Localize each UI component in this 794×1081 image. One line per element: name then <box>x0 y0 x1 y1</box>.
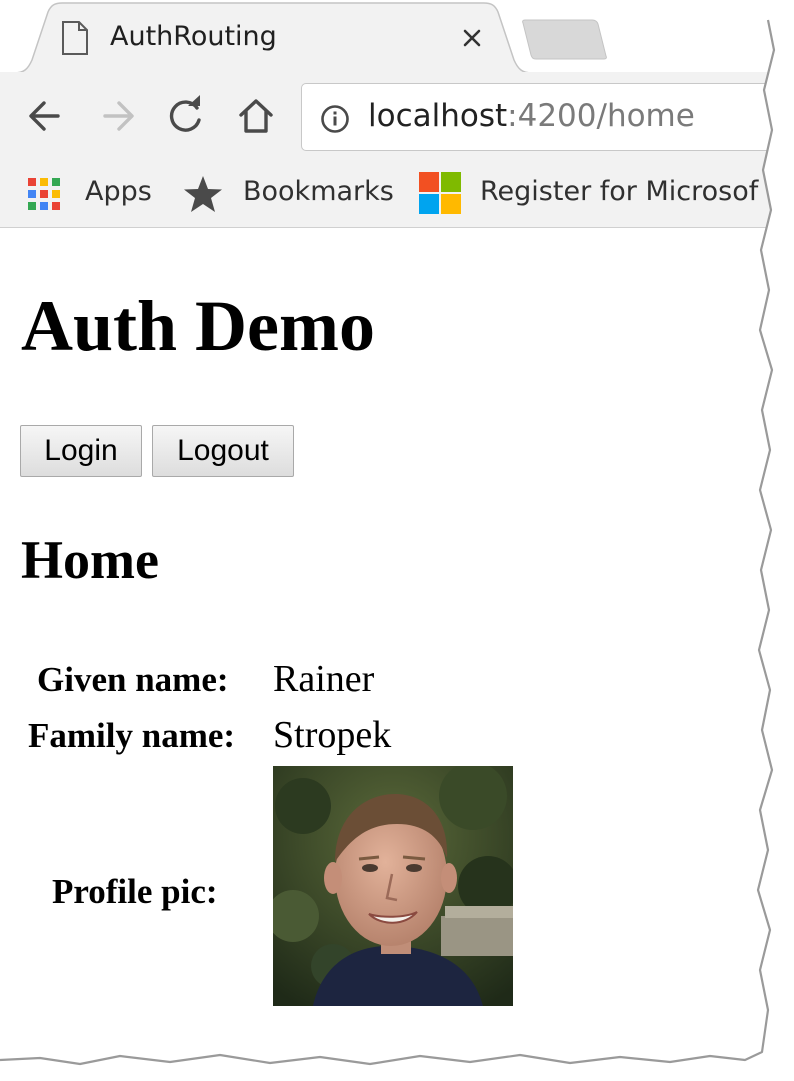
family-name-label: Family name: <box>28 716 236 755</box>
bookmark-register-microsoft-label: Register for Microsof <box>480 176 759 207</box>
apps-grid-icon <box>28 178 60 210</box>
url-text: localhost:4200/home <box>368 98 695 134</box>
section-title: Home <box>21 530 159 590</box>
given-name-label: Given name: <box>37 660 229 699</box>
forward-arrow-icon[interactable] <box>95 94 139 138</box>
bookmarks-bar: Apps Bookmarks Register for Microsof <box>0 162 775 227</box>
family-name-value: Stropek <box>273 714 392 756</box>
url-host: localhost <box>368 98 508 134</box>
page-content: Auth Demo Login Logout Home Given name: … <box>0 228 775 1081</box>
bookmark-apps[interactable]: Apps <box>27 172 162 216</box>
profile-picture <box>273 766 513 1006</box>
home-icon[interactable] <box>234 94 278 138</box>
bookmark-bookmarks-label: Bookmarks <box>243 176 394 207</box>
given-name-value: Rainer <box>273 658 375 700</box>
star-icon <box>184 176 222 212</box>
bookmark-register-microsoft[interactable]: Register for Microsof <box>419 172 775 216</box>
tab-strip: AuthRouting <box>0 0 775 74</box>
page-document-icon <box>62 21 88 55</box>
back-arrow-icon[interactable] <box>24 94 68 138</box>
browser-tab[interactable]: AuthRouting <box>14 2 533 74</box>
site-info-icon[interactable] <box>320 104 350 134</box>
reload-icon[interactable] <box>163 94 207 138</box>
close-tab-icon[interactable] <box>458 24 486 52</box>
url-path: :4200/home <box>507 98 695 134</box>
microsoft-logo-icon <box>419 172 461 214</box>
bookmark-apps-label: Apps <box>85 176 152 207</box>
profile-pic-label: Profile pic: <box>52 872 218 911</box>
new-tab-button[interactable] <box>522 18 608 60</box>
address-bar[interactable]: localhost:4200/home <box>301 83 775 151</box>
login-button[interactable]: Login <box>20 425 142 477</box>
page-title: Auth Demo <box>21 286 375 366</box>
bookmark-bookmarks[interactable]: Bookmarks <box>183 172 398 216</box>
browser-toolbar: localhost:4200/home <box>0 72 775 162</box>
profile-photo <box>273 766 513 1006</box>
browser-chrome: AuthRouting localhost:4200/home Apps Boo… <box>0 0 775 228</box>
logout-button[interactable]: Logout <box>152 425 294 477</box>
tab-title: AuthRouting <box>110 21 277 52</box>
